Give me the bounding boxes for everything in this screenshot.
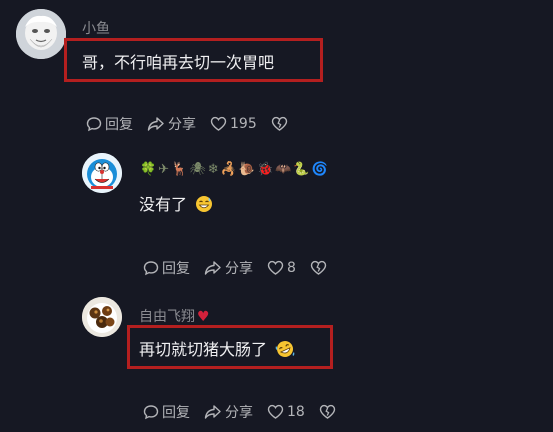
grinning-sweat-emoji xyxy=(195,195,213,217)
dislike-button[interactable] xyxy=(271,116,291,132)
share-label: 分享 xyxy=(225,261,253,277)
share-icon xyxy=(204,261,221,275)
reply-label: 回复 xyxy=(162,405,190,421)
like-button[interactable]: 18 xyxy=(267,404,305,420)
username-text: 自由飞翔 xyxy=(139,309,195,325)
comment-text: 再切就切猪大肠了 xyxy=(139,336,295,362)
reply-label: 回复 xyxy=(105,117,133,133)
comment-text: 哥，不行咱再去切一次胃吧 xyxy=(82,53,275,72)
share-button[interactable]: 分享 xyxy=(204,258,253,278)
reply-icon xyxy=(86,117,102,132)
share-label: 分享 xyxy=(168,117,196,133)
comment-username[interactable]: 自由飞翔 ♥ xyxy=(139,306,210,326)
heart-icon: ♥ xyxy=(197,309,210,325)
food-avatar-icon[interactable] xyxy=(82,297,122,337)
dislike-button[interactable] xyxy=(319,404,339,420)
reply-icon xyxy=(143,405,159,420)
comment-username[interactable]: 小鱼 xyxy=(82,18,110,38)
share-button[interactable]: 分享 xyxy=(147,114,196,134)
broken-heart-icon xyxy=(319,404,336,419)
like-button[interactable]: 195 xyxy=(210,116,257,132)
comment-text: 没有了 xyxy=(139,191,213,217)
broken-heart-icon xyxy=(310,260,327,275)
reply-button[interactable]: 回复 xyxy=(86,114,133,134)
reply-label: 回复 xyxy=(162,261,190,277)
user-badges: 🍀✈🦌🕷❄🦂🐌🐞🦇🐍🌀 xyxy=(140,162,330,177)
heart-icon xyxy=(210,116,227,131)
comment-text-content: 再切就切猪大肠了 xyxy=(139,340,268,359)
reply-button[interactable]: 回复 xyxy=(143,258,190,278)
share-label: 分享 xyxy=(225,405,253,421)
reply-button[interactable]: 回复 xyxy=(143,402,190,422)
share-icon xyxy=(147,117,164,131)
rofl-emoji xyxy=(275,340,295,362)
share-button[interactable]: 分享 xyxy=(204,402,253,422)
like-button[interactable]: 8 xyxy=(267,260,296,276)
old-man-avatar-icon[interactable] xyxy=(16,9,66,59)
heart-icon xyxy=(267,260,284,275)
comment-actions: 回复 分享 195 xyxy=(86,114,305,134)
like-count: 195 xyxy=(230,116,257,132)
comment-actions: 回复 分享 18 xyxy=(143,402,353,422)
like-count: 18 xyxy=(287,404,305,420)
like-count: 8 xyxy=(287,260,296,276)
dislike-button[interactable] xyxy=(310,260,330,276)
reply-icon xyxy=(143,261,159,276)
broken-heart-icon xyxy=(271,116,287,131)
comment-actions: 回复 分享 8 xyxy=(143,258,344,278)
comment-text-content: 没有了 xyxy=(139,195,188,214)
share-icon xyxy=(204,405,221,419)
heart-icon xyxy=(267,404,284,419)
doraemon-avatar-icon[interactable] xyxy=(82,153,122,193)
